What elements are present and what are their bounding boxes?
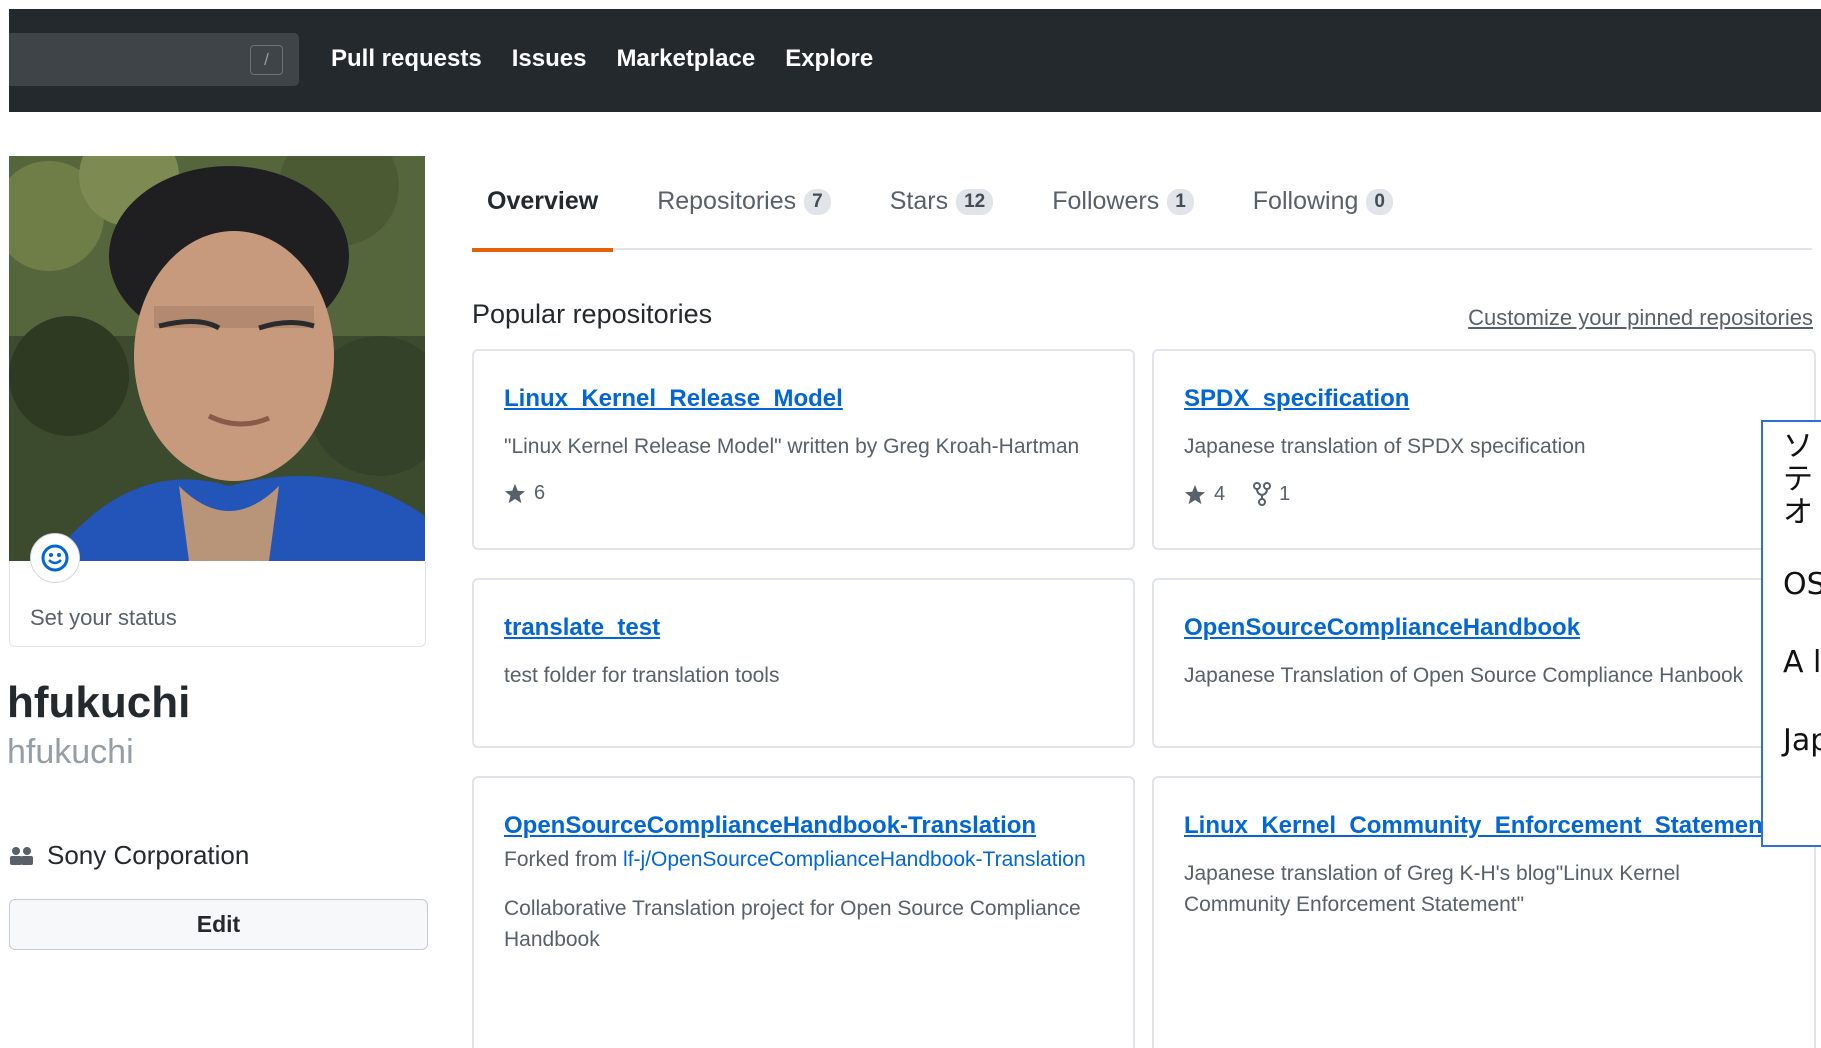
overlay-line: テ xyxy=(1783,462,1813,497)
nav-pull-requests[interactable]: Pull requests xyxy=(331,45,482,73)
repo-name-link[interactable]: OpenSourceComplianceHandbook-Translation xyxy=(504,812,1105,840)
search-shortcut-key: / xyxy=(250,45,283,75)
set-status-label: Set your status xyxy=(30,605,177,630)
profile-tabs: Overview Repositories 7 Stars 12 Followe… xyxy=(472,180,1812,252)
overlay-line: A l xyxy=(1783,645,1821,680)
repo-stars-count: 6 xyxy=(534,482,546,504)
repo-name-link[interactable]: SPDX_specification xyxy=(1184,385,1786,413)
annotation-overlay-box: ソ テ オ OS A l Jap xyxy=(1761,420,1821,847)
profile-organization: Sony Corporation xyxy=(9,840,249,871)
tab-label: Following xyxy=(1252,187,1359,215)
customize-pinned-link[interactable]: Customize your pinned repositories xyxy=(1468,305,1813,331)
tab-label: Overview xyxy=(487,187,599,215)
overlay-line: オ xyxy=(1783,495,1813,530)
forked-from-prefix: Forked from xyxy=(504,848,624,871)
repo-card: Linux_Kernel_Community_Enforcement_State… xyxy=(1152,776,1816,1048)
overlay-line xyxy=(1783,679,1821,712)
repo-forks[interactable]: 1 xyxy=(1253,482,1290,506)
profile-username: hfukuchi xyxy=(7,733,134,771)
fork-icon xyxy=(1253,482,1272,506)
avatar[interactable] xyxy=(9,156,425,561)
people-icon xyxy=(10,846,33,865)
repo-name-link[interactable]: Linux_Kernel_Community_Enforcement_State… xyxy=(1184,812,1786,840)
nav-explore[interactable]: Explore xyxy=(785,45,873,73)
tab-label: Repositories xyxy=(657,187,797,215)
repo-meta: 6 xyxy=(504,482,1105,505)
repo-description: test folder for translation tools xyxy=(504,664,780,687)
repo-stars[interactable]: 4 xyxy=(1184,483,1225,506)
repo-stars-count: 4 xyxy=(1214,482,1226,505)
repo-description: Japanese translation of SPDX specificati… xyxy=(1184,435,1586,458)
repo-name-link[interactable]: Linux_Kernel_Release_Model xyxy=(504,385,1105,413)
following-count-badge: 0 xyxy=(1366,189,1393,215)
repo-description: Collaborative Translation project for Op… xyxy=(504,897,1081,951)
repo-name-link[interactable]: OpenSourceComplianceHandbook xyxy=(1184,614,1786,642)
organization-name: Sony Corporation xyxy=(47,840,250,870)
tab-repositories[interactable]: Repositories 7 xyxy=(642,180,846,250)
avatar-photo xyxy=(9,156,425,561)
repo-forks-count: 1 xyxy=(1279,482,1291,505)
tab-followers[interactable]: Followers 1 xyxy=(1037,180,1209,250)
repositories-count-badge: 7 xyxy=(804,189,831,215)
repo-description: Japanese Translation of Open Source Comp… xyxy=(1184,664,1744,687)
repo-card: Linux_Kernel_Release_Model "Linux Kernel… xyxy=(472,349,1135,550)
repo-meta: 4 1 xyxy=(1184,482,1786,506)
tab-overview[interactable]: Overview xyxy=(472,180,614,252)
nav-issues[interactable]: Issues xyxy=(512,45,587,73)
profile-fullname: hfukuchi xyxy=(7,678,191,727)
tab-label: Followers xyxy=(1052,187,1160,215)
tab-label: Stars xyxy=(889,187,949,215)
top-navigation-bar: / Pull requests Issues Marketplace Explo… xyxy=(9,9,1821,112)
edit-profile-button[interactable]: Edit xyxy=(9,899,428,950)
tab-stars[interactable]: Stars 12 xyxy=(875,180,1009,250)
forked-from-link[interactable]: lf-j/OpenSourceComplianceHandbook-Transl… xyxy=(623,848,1086,871)
star-icon xyxy=(504,483,526,504)
repo-card: translate_test test folder for translati… xyxy=(472,578,1135,748)
nav-marketplace[interactable]: Marketplace xyxy=(616,45,755,73)
repo-description: Japanese translation of Greg K-H's blog"… xyxy=(1184,862,1680,916)
tab-following[interactable]: Following 0 xyxy=(1238,180,1408,250)
repo-card: OpenSourceComplianceHandbook Japanese Tr… xyxy=(1152,578,1816,748)
repo-name-link[interactable]: translate_test xyxy=(504,614,1105,642)
overlay-line: OS xyxy=(1783,567,1821,602)
followers-count-badge: 1 xyxy=(1167,189,1194,215)
search-input[interactable]: / xyxy=(9,33,299,86)
stars-count-badge: 12 xyxy=(956,189,994,215)
popular-repositories-heading: Popular repositories xyxy=(472,299,713,329)
overlay-line xyxy=(1783,601,1821,634)
repo-description: "Linux Kernel Release Model" written by … xyxy=(504,435,1080,458)
repo-stars[interactable]: 6 xyxy=(504,482,545,505)
set-status-box[interactable]: Set your status xyxy=(9,561,426,647)
overlay-line: Jap xyxy=(1783,723,1821,758)
overlay-line: ソ xyxy=(1783,429,1813,464)
forked-from-text: Forked from lf-j/OpenSourceComplianceHan… xyxy=(504,844,1105,875)
repo-card: SPDX_specification Japanese translation … xyxy=(1152,349,1816,550)
star-icon xyxy=(1184,484,1206,504)
repo-card: OpenSourceComplianceHandbook-Translation… xyxy=(472,776,1135,1048)
overlay-line xyxy=(1783,529,1821,562)
main-nav: Pull requests Issues Marketplace Explore xyxy=(331,45,873,73)
